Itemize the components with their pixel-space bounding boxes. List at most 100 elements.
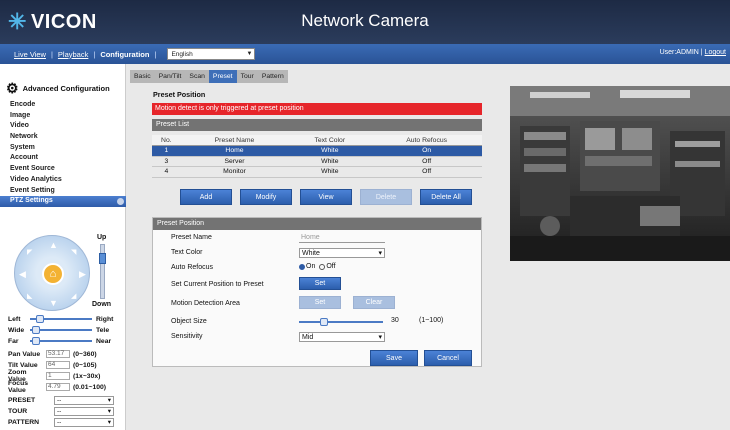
auto-refocus-radios: On Off xyxy=(299,263,336,270)
nav-separator: | xyxy=(154,49,157,59)
preset-select-row: PRESET -- ▾ xyxy=(8,395,124,405)
app-title: Network Camera xyxy=(301,11,429,30)
nav-live-view[interactable]: Live View xyxy=(14,50,46,59)
arrow-down-icon[interactable]: ▼ xyxy=(49,298,58,308)
object-size-slider[interactable] xyxy=(299,318,383,326)
motion-set-button[interactable]: Set xyxy=(299,296,341,309)
preset-name-input[interactable]: Home xyxy=(299,233,385,243)
sidebar-item-network[interactable]: Network xyxy=(0,132,126,143)
chevron-down-icon: ▾ xyxy=(107,397,111,404)
sidebar-item-video[interactable]: Video xyxy=(0,121,126,132)
set-position-label: Set Current Position to Preset xyxy=(171,281,264,288)
form-actions: Save Cancel xyxy=(370,350,472,366)
arrow-left-icon[interactable]: ◀ xyxy=(19,269,26,280)
col-preset-name: Preset Name xyxy=(180,135,289,146)
arrow-down-left-icon[interactable]: ◣ xyxy=(27,292,32,300)
col-no: No. xyxy=(152,135,181,146)
nav-playback[interactable]: Playback xyxy=(58,50,88,59)
tab-pan-tilt[interactable]: Pan/Tilt xyxy=(155,70,186,83)
object-size-field-wrap: 30 (1~100) xyxy=(299,317,479,327)
view-button[interactable]: View xyxy=(300,189,352,205)
sidebar-heading-label: Advanced Configuration xyxy=(22,84,110,93)
zoom-slider[interactable] xyxy=(30,326,92,334)
tilt-value-field[interactable]: 64 xyxy=(46,361,70,369)
arrow-right-icon[interactable]: ▶ xyxy=(79,269,86,280)
nav-configuration[interactable]: Configuration xyxy=(100,50,149,59)
cell-name: Home xyxy=(180,145,289,157)
preset-select[interactable]: -- ▾ xyxy=(54,395,114,405)
live-video-preview[interactable] xyxy=(510,86,730,261)
cancel-button[interactable]: Cancel xyxy=(424,350,472,366)
set-position-button[interactable]: Set xyxy=(299,277,341,290)
zoom-tele-label: Tele xyxy=(96,326,110,334)
table-row[interactable]: 3 Server White Off xyxy=(152,156,482,167)
sidebar-item-video-analytics[interactable]: Video Analytics xyxy=(0,175,126,186)
sidebar-item-account[interactable]: Account xyxy=(0,153,126,164)
add-button[interactable]: Add xyxy=(180,189,232,205)
sidebar-item-system[interactable]: System xyxy=(0,143,126,154)
object-size-value: 30 xyxy=(391,317,399,324)
tab-preset[interactable]: Preset xyxy=(208,70,237,83)
pattern-select-row: PATTERN -- ▾ xyxy=(8,417,124,427)
save-button[interactable]: Save xyxy=(370,350,418,366)
arrow-up-right-icon[interactable]: ◥ xyxy=(71,248,76,256)
refocus-on-radio[interactable] xyxy=(299,263,305,270)
delete-button[interactable]: Delete xyxy=(360,189,412,205)
logout-link[interactable]: Logout xyxy=(705,49,726,56)
ptz-speed-slider[interactable] xyxy=(99,244,106,299)
tab-pattern[interactable]: Pattern xyxy=(258,70,288,83)
focus-value-field[interactable]: 4.79 xyxy=(46,383,70,391)
preset-select-value: -- xyxy=(57,396,62,404)
zoom-value-field[interactable]: 1 xyxy=(46,372,70,380)
ptz-speed-knob[interactable] xyxy=(99,253,106,264)
sidebar-item-event-setting[interactable]: Event Setting xyxy=(0,186,126,197)
modify-button[interactable]: Modify xyxy=(240,189,292,205)
tab-scan[interactable]: Scan xyxy=(185,70,209,83)
pan-slider-row: Left Right xyxy=(8,314,124,324)
camera-feed-image xyxy=(510,86,730,261)
zoom-slider-knob[interactable] xyxy=(32,326,40,334)
home-icon[interactable]: ⌂ xyxy=(42,263,64,285)
pan-value-field[interactable]: 53.17 xyxy=(46,350,70,358)
arrow-up-icon[interactable]: ▲ xyxy=(49,240,58,250)
text-color-select[interactable]: White ▾ xyxy=(299,248,385,258)
ptz-up-label: Up xyxy=(97,234,107,241)
tour-select-value: -- xyxy=(57,407,62,415)
chevron-down-icon: ▾ xyxy=(107,408,111,415)
tour-select[interactable]: -- ▾ xyxy=(54,406,114,416)
tab-basic[interactable]: Basic xyxy=(130,70,155,83)
object-size-knob[interactable] xyxy=(320,318,329,326)
arrow-up-left-icon[interactable]: ◤ xyxy=(27,248,32,256)
auto-refocus-field-wrap: On Off xyxy=(299,263,336,273)
pan-slider-knob[interactable] xyxy=(36,315,44,323)
focus-slider-knob[interactable] xyxy=(32,337,40,345)
tour-select-row: TOUR -- ▾ xyxy=(8,406,124,416)
tab-tour[interactable]: Tour xyxy=(237,70,258,83)
sidebar-item-event-source[interactable]: Event Source xyxy=(0,164,126,175)
preset-position-form: Preset Position Preset Name Home Text Co… xyxy=(152,217,482,367)
col-auto-refocus: Auto Refocus xyxy=(371,135,482,146)
focus-slider[interactable] xyxy=(30,337,92,345)
sidebar-item-ptz-settings[interactable]: PTZ Settings xyxy=(0,196,126,207)
sensitivity-select[interactable]: Mid ▾ xyxy=(299,332,385,342)
zoom-slider-row: Wide Tele xyxy=(8,325,124,335)
cell-color: White xyxy=(288,145,372,157)
main-panel: Basic Pan/Tilt Scan Preset Tour Pattern … xyxy=(130,64,500,430)
table-row[interactable]: 1 Home White On xyxy=(152,145,482,157)
ptz-direction-pad[interactable]: ▲ ▼ ◀ ▶ ◤ ◥ ◣ ◢ ⌂ xyxy=(14,235,90,311)
pan-slider[interactable] xyxy=(30,315,92,323)
arrow-down-right-icon[interactable]: ◢ xyxy=(71,292,76,300)
refocus-off-radio[interactable] xyxy=(319,263,326,270)
pan-value-row: Pan Value 53.17 (0~360) xyxy=(8,349,124,359)
sidebar-item-image[interactable]: Image xyxy=(0,111,126,122)
text-color-value: White xyxy=(302,249,320,257)
table-row[interactable]: 4 Monitor White Off xyxy=(152,166,482,178)
delete-all-button[interactable]: Delete All xyxy=(420,189,472,205)
sensitivity-field-wrap: Mid ▾ xyxy=(299,332,385,342)
pattern-select[interactable]: -- ▾ xyxy=(54,417,114,427)
motion-clear-button[interactable]: Clear xyxy=(353,296,395,309)
pan-right-label: Right xyxy=(96,315,114,323)
sidebar-item-encode[interactable]: Encode xyxy=(0,100,126,111)
chevron-down-icon: ▾ xyxy=(107,419,111,426)
language-select[interactable]: English ▼ xyxy=(167,48,256,60)
